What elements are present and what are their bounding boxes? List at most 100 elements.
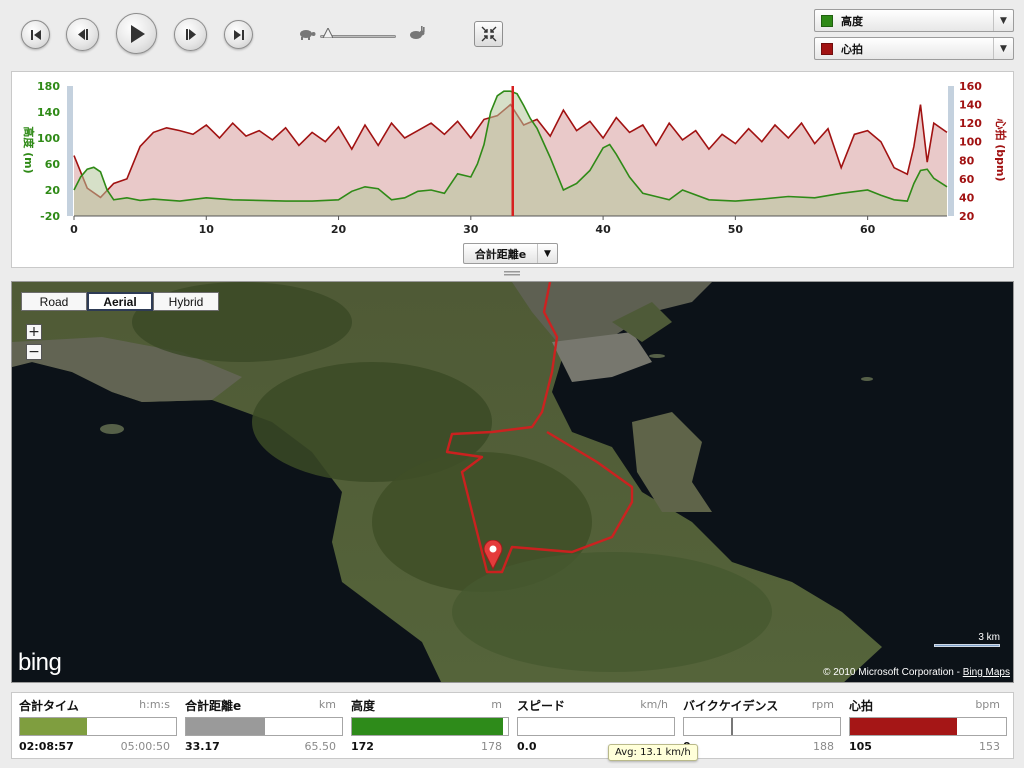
collapse-arrows-icon xyxy=(481,26,496,42)
play-button[interactable] xyxy=(116,13,157,54)
speed-thumb[interactable] xyxy=(323,28,333,38)
bing-maps-link[interactable]: Bing Maps xyxy=(963,667,1010,678)
chart-panel: 0 10 20 30 40 50 60 -20 20 60 100 140 180 20 40 60 80 100… xyxy=(11,71,1014,268)
x-tick-label: 30 xyxy=(463,223,479,236)
map-type-switcher: Road Aerial Hybrid xyxy=(21,292,219,311)
left-tick-label: 140 xyxy=(37,106,60,119)
altitude-select-label: 高度 xyxy=(841,14,863,28)
bing-logo: bing xyxy=(18,649,62,676)
heart-rate-series-select[interactable]: 心拍 ▼ xyxy=(814,37,1014,60)
right-tick-label: 160 xyxy=(959,80,982,93)
right-scroll-bar xyxy=(948,86,954,216)
stat-bar xyxy=(351,717,509,736)
stat-bar-fill xyxy=(850,718,958,735)
stat-bar-marker xyxy=(730,718,733,735)
playback-speed-slider[interactable] xyxy=(298,24,433,46)
x-axis-select-label: 合計距離e xyxy=(474,247,527,261)
stat-bar xyxy=(19,717,177,736)
stat-unit: rpm xyxy=(811,698,834,711)
altitude-color-swatch xyxy=(821,14,833,27)
stat-max: 178 xyxy=(481,740,502,753)
left-axis-title: 高度 (m) xyxy=(22,126,36,173)
stat-unit: km xyxy=(318,698,336,711)
speed-average-tooltip: Avg: 13.1 km/h xyxy=(608,744,698,761)
stat-bar-fill xyxy=(20,718,88,735)
stat-bar xyxy=(185,717,343,736)
right-tick-label: 60 xyxy=(959,173,975,186)
stat-value: 33.17 xyxy=(185,740,220,753)
stat-panel: バイクケイデンスrpm0188 xyxy=(676,693,842,758)
rabbit-icon xyxy=(410,26,425,39)
play-icon xyxy=(130,24,145,43)
map-type-hybrid[interactable]: Hybrid xyxy=(153,292,219,311)
stat-panel: 合計距離e km 33.17 65.50 xyxy=(178,693,344,758)
stat-unit: h:m:s xyxy=(139,698,170,711)
stat-bar xyxy=(517,717,675,736)
chevron-down-icon[interactable]: ▼ xyxy=(993,10,1013,31)
right-tick-label: 100 xyxy=(959,136,982,149)
left-tick-label: 180 xyxy=(37,80,60,93)
zoom-out-button[interactable]: − xyxy=(26,344,42,360)
stat-name: 高度 xyxy=(351,699,376,713)
skip-to-start-button[interactable] xyxy=(21,20,50,49)
stat-value: 172 xyxy=(351,740,374,753)
altitude-heart-rate-chart[interactable]: 0 10 20 30 40 50 60 -20 20 60 100 140 180 20 40 60 80 100… xyxy=(12,72,1013,267)
right-axis-title: 心拍 (bpm) xyxy=(994,118,1008,181)
x-tick-label: 60 xyxy=(860,223,876,236)
stat-max: 05:00:50 xyxy=(120,740,170,753)
stats-bar: 合計タイム h:m:s 02:08:57 05:00:50 合計距離e km 33.17 65… xyxy=(11,692,1014,759)
skip-to-start-icon xyxy=(30,29,41,40)
zoom-in-button[interactable]: + xyxy=(26,324,42,340)
left-tick-label: -20 xyxy=(40,210,60,223)
map-copyright: © 2010 Microsoft Corporation - Bing Maps xyxy=(823,667,1010,678)
skip-to-end-button[interactable] xyxy=(224,20,253,49)
step-back-icon xyxy=(77,29,88,40)
map-scale-bar xyxy=(934,644,1000,647)
stat-panel: 高度 m 172 178 xyxy=(344,693,510,758)
map-scale: 3 km xyxy=(934,632,1000,647)
chevron-down-icon[interactable]: ▼ xyxy=(537,244,557,263)
altitude-series-select[interactable]: 高度 ▼ xyxy=(814,9,1014,32)
panel-resize-handle[interactable] xyxy=(504,271,520,277)
x-tick-label: 0 xyxy=(70,223,78,236)
x-tick-label: 10 xyxy=(199,223,215,236)
stat-max: 65.50 xyxy=(304,740,337,753)
x-tick-label: 40 xyxy=(595,223,611,236)
x-tick-label: 20 xyxy=(331,223,347,236)
step-forward-button[interactable] xyxy=(174,18,207,51)
x-axis-select[interactable]: 合計距離e ▼ xyxy=(463,243,558,264)
left-tick-label: 100 xyxy=(37,132,60,145)
stat-unit: bpm xyxy=(975,698,1000,711)
heart-rate-select-label: 心拍 xyxy=(841,42,863,56)
stat-max: 153 xyxy=(979,740,1000,753)
left-scroll-bar xyxy=(67,86,73,216)
right-tick-label: 40 xyxy=(959,191,975,204)
map-type-road[interactable]: Road xyxy=(21,292,87,311)
map-pin-icon[interactable] xyxy=(483,540,503,570)
right-tick-label: 20 xyxy=(959,210,975,223)
skip-to-end-icon xyxy=(233,29,244,40)
right-tick-label: 140 xyxy=(959,99,982,112)
stat-bar xyxy=(849,717,1007,736)
aerial-map[interactable]: Road Aerial Hybrid + − bing 3 km © 2010 … xyxy=(11,281,1014,683)
stat-unit: km/h xyxy=(640,698,668,711)
map-type-aerial[interactable]: Aerial xyxy=(87,292,153,311)
stat-name: 心拍 xyxy=(849,699,874,713)
x-tick-label: 50 xyxy=(728,223,744,236)
left-tick-label: 60 xyxy=(45,158,61,171)
turtle-icon xyxy=(300,30,316,40)
aerial-imagery[interactable] xyxy=(12,282,1014,683)
stat-name: スピード xyxy=(517,699,566,713)
collapse-view-button[interactable] xyxy=(474,21,503,47)
stat-bar-fill xyxy=(186,718,265,735)
chevron-down-icon[interactable]: ▼ xyxy=(993,38,1013,59)
right-tick-label: 120 xyxy=(959,117,982,130)
stat-bar-fill xyxy=(352,718,503,735)
stat-panel: 合計タイム h:m:s 02:08:57 05:00:50 xyxy=(12,693,178,758)
heart-rate-color-swatch xyxy=(821,42,833,55)
left-tick-label: 20 xyxy=(45,184,61,197)
stat-name: 合計タイム xyxy=(19,699,79,713)
step-back-button[interactable] xyxy=(66,18,99,51)
stat-name: バイクケイデンス xyxy=(683,699,779,713)
map-scale-label: 3 km xyxy=(978,632,1000,643)
